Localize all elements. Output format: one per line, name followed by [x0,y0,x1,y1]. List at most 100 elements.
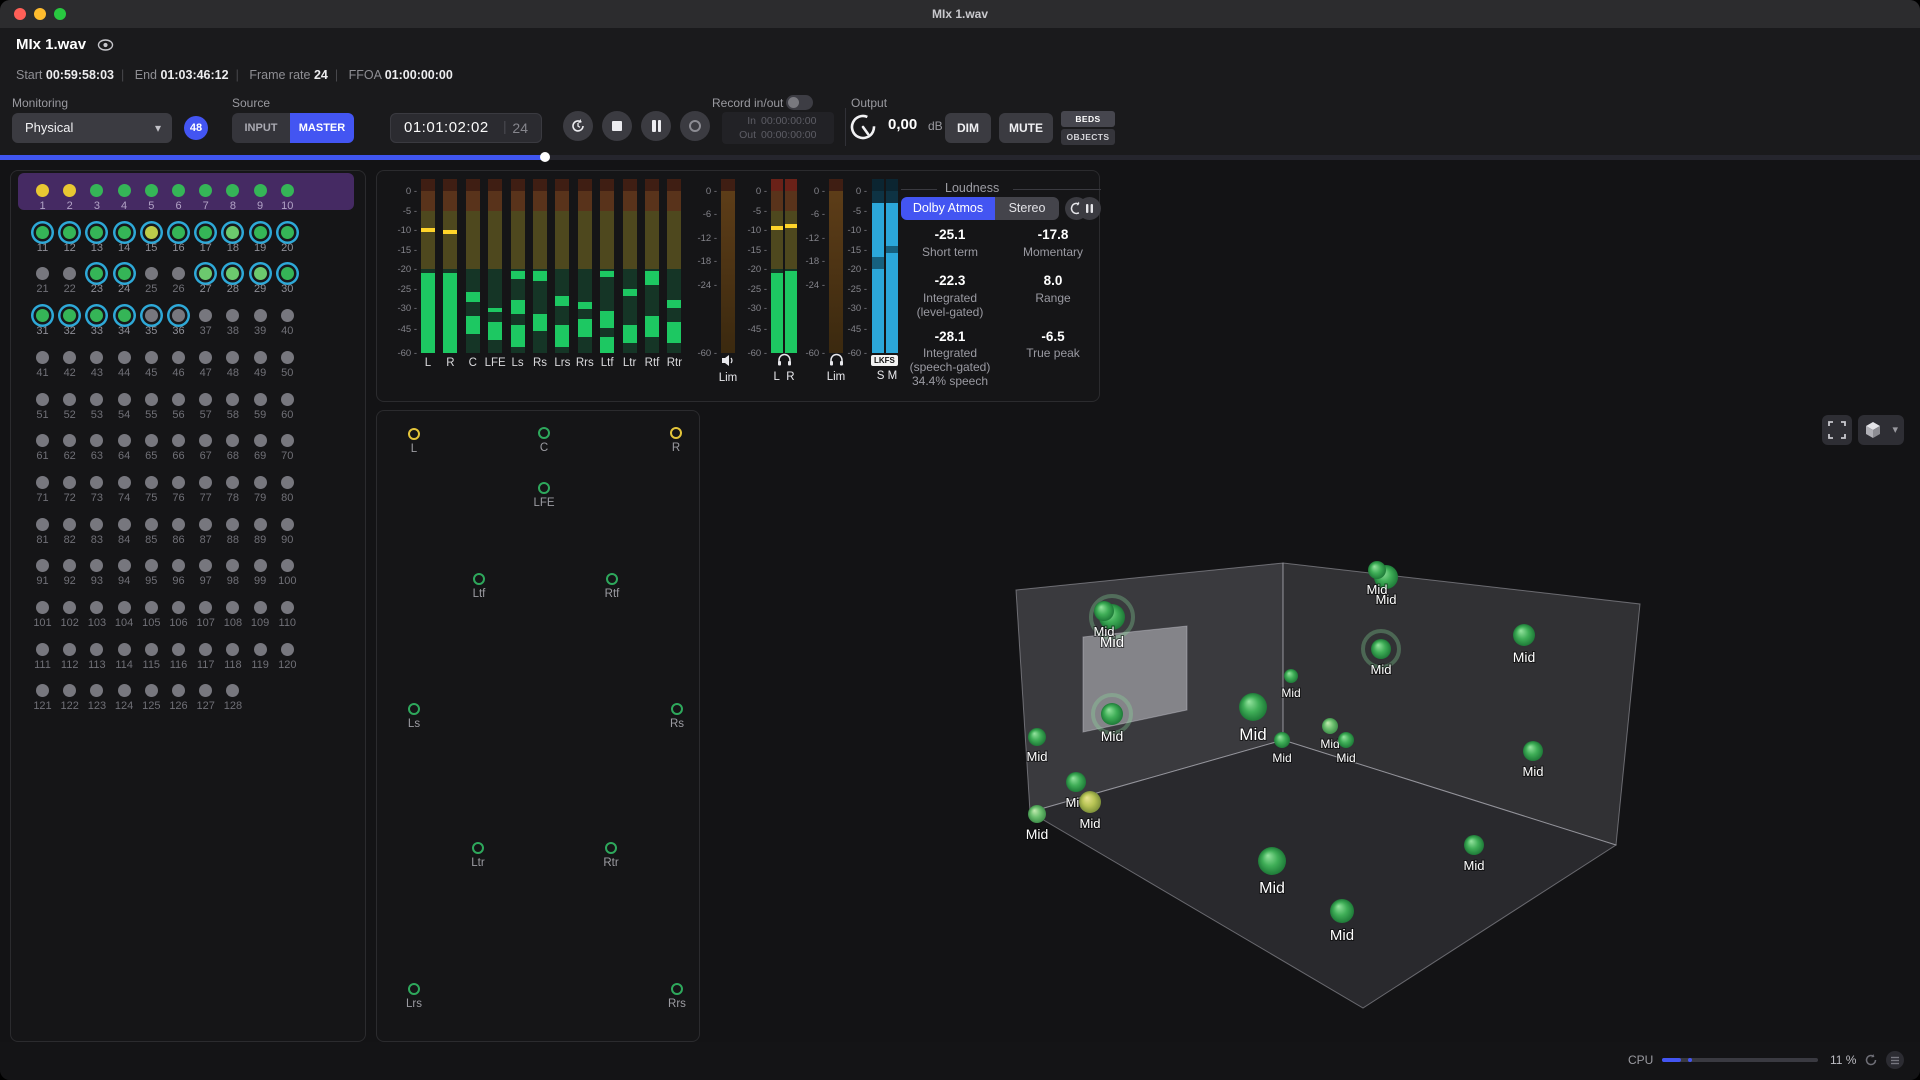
channel-dot-99[interactable] [254,559,267,572]
channel-dot-122[interactable] [63,684,76,697]
channel-dot-41[interactable] [36,351,49,364]
channel-dot-107[interactable] [199,601,212,614]
cpu-reset-button[interactable] [1862,1051,1880,1069]
speaker-dot-LFE[interactable] [538,482,550,494]
channel-dot-9[interactable] [254,184,267,197]
audio-object-9[interactable] [1239,693,1267,721]
channel-dot-116[interactable] [172,643,185,656]
channel-dot-95[interactable] [145,559,158,572]
channel-dot-112[interactable] [63,643,76,656]
source-master-button[interactable]: MASTER [290,113,354,143]
channel-dot-92[interactable] [63,559,76,572]
channel-dot-96[interactable] [172,559,185,572]
channel-dot-71[interactable] [36,476,49,489]
speaker-dot-Ltf[interactable] [473,573,485,585]
channel-dot-63[interactable] [90,434,103,447]
channel-dot-58[interactable] [226,393,239,406]
channel-dot-36[interactable] [172,309,185,322]
channel-dot-89[interactable] [254,518,267,531]
channel-dot-73[interactable] [90,476,103,489]
channel-dot-75[interactable] [145,476,158,489]
channel-dot-1[interactable] [36,184,49,197]
channel-dot-128[interactable] [226,684,239,697]
monitoring-select[interactable]: Physical▾ [12,113,172,143]
channel-dot-62[interactable] [63,434,76,447]
channel-dot-45[interactable] [145,351,158,364]
channel-dot-16[interactable] [172,226,185,239]
tab-dolby-atmos[interactable]: Dolby Atmos [901,197,995,220]
channel-dot-26[interactable] [172,267,185,280]
stop-button[interactable] [602,111,632,141]
channel-dot-108[interactable] [226,601,239,614]
channel-dot-84[interactable] [118,518,131,531]
channel-dot-125[interactable] [145,684,158,697]
speaker-dot-Ls[interactable] [408,703,420,715]
audio-object-2[interactable] [1368,561,1386,579]
channel-dot-94[interactable] [118,559,131,572]
channel-dot-38[interactable] [226,309,239,322]
channel-dot-88[interactable] [226,518,239,531]
audio-object-7[interactable] [1284,669,1298,683]
channel-dot-111[interactable] [36,643,49,656]
audio-object-16[interactable] [1079,791,1101,813]
dim-button[interactable]: DIM [945,113,991,143]
channel-dot-49[interactable] [254,351,267,364]
channel-dot-85[interactable] [145,518,158,531]
channel-dot-47[interactable] [199,351,212,364]
channel-dot-13[interactable] [90,226,103,239]
audio-object-5[interactable] [1513,624,1535,646]
channel-dot-127[interactable] [199,684,212,697]
record-button[interactable] [680,111,710,141]
mute-button[interactable]: MUTE [999,113,1053,143]
speaker-dot-Rtf[interactable] [606,573,618,585]
audio-object-11[interactable] [1338,732,1354,748]
channel-dot-4[interactable] [118,184,131,197]
channel-dot-87[interactable] [199,518,212,531]
channel-dot-109[interactable] [254,601,267,614]
channel-dot-91[interactable] [36,559,49,572]
channel-dot-50[interactable] [281,351,294,364]
channel-dot-121[interactable] [36,684,49,697]
channel-dot-70[interactable] [281,434,294,447]
eye-icon[interactable] [97,38,114,57]
output-volume-knob[interactable] [848,112,878,142]
channel-dot-119[interactable] [254,643,267,656]
progress-scrubber[interactable] [540,152,550,162]
channel-dot-25[interactable] [145,267,158,280]
channel-dot-29[interactable] [254,267,267,280]
channel-dot-51[interactable] [36,393,49,406]
channel-dot-98[interactable] [226,559,239,572]
channel-dot-21[interactable] [36,267,49,280]
return-to-start-button[interactable] [563,111,593,141]
channel-dot-72[interactable] [63,476,76,489]
audio-object-12[interactable] [1028,728,1046,746]
channel-dot-23[interactable] [90,267,103,280]
channel-dot-104[interactable] [118,601,131,614]
channel-dot-10[interactable] [281,184,294,197]
channel-dot-101[interactable] [36,601,49,614]
channel-dot-110[interactable] [281,601,294,614]
channel-dot-54[interactable] [118,393,131,406]
speaker-dot-C[interactable] [538,427,550,439]
channel-dot-18[interactable] [226,226,239,239]
channel-dot-53[interactable] [90,393,103,406]
playback-progress-bar[interactable] [0,155,1920,160]
channel-dot-67[interactable] [199,434,212,447]
objects-button[interactable]: OBJECTS [1061,129,1115,145]
channel-dot-32[interactable] [63,309,76,322]
channel-dot-120[interactable] [281,643,294,656]
tab-stereo[interactable]: Stereo [995,197,1059,220]
speaker-dot-Rtr[interactable] [605,842,617,854]
channel-dot-80[interactable] [281,476,294,489]
audio-object-10[interactable] [1322,718,1338,734]
channel-dot-5[interactable] [145,184,158,197]
channel-dot-79[interactable] [254,476,267,489]
channel-dot-61[interactable] [36,434,49,447]
channel-dot-55[interactable] [145,393,158,406]
audio-object-20[interactable] [1330,899,1354,923]
channel-dot-82[interactable] [63,518,76,531]
beds-button[interactable]: BEDS [1061,111,1115,127]
channel-dot-34[interactable] [118,309,131,322]
timecode-display[interactable]: 01:01:02:02 | 24 [390,113,542,143]
audio-object-4[interactable] [1094,601,1114,621]
